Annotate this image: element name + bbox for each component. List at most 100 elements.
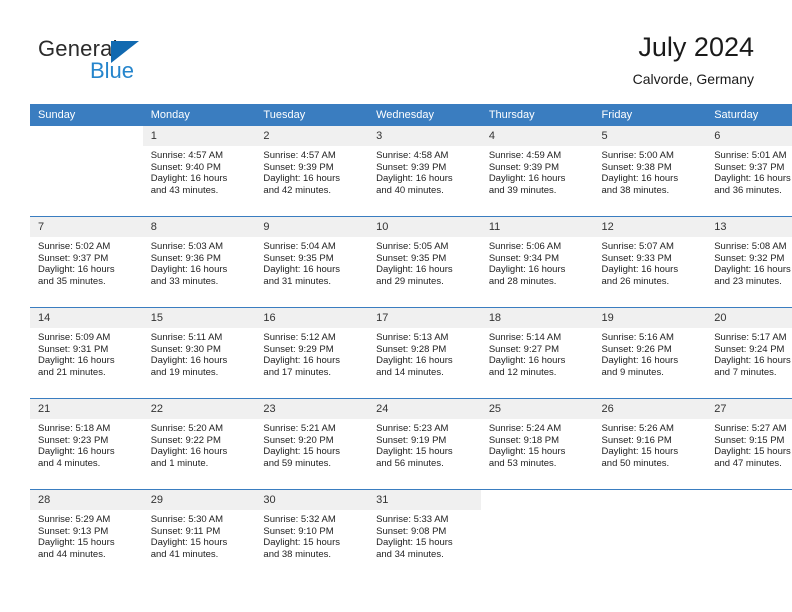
day-daylight-line2-text: and 9 minutes. <box>601 366 664 378</box>
calendar-grid: Sunday Monday Tuesday Wednesday Thursday… <box>30 104 792 580</box>
day-daylight-line1-text: Daylight: 16 hours <box>601 264 679 276</box>
calendar-day-cell[interactable]: 3 Sunrise: 4:58 AM Sunset: 9:39 PM Daylight… <box>368 126 481 217</box>
logo-text-blue: Blue <box>90 58 135 83</box>
calendar-day-cell[interactable]: 15 Sunrise: 5:11 AM Sunset: 9:30 PM Dayligh… <box>142 307 256 399</box>
day-daylight-line1-text: Daylight: 16 hours <box>38 355 115 367</box>
calendar-week-row: 21 Sunrise: 5:18 AM Sunset: 9:23 PM Dayligh… <box>30 398 792 490</box>
calendar-day-cell[interactable]: 27 Sunrise: 5:27 AM Sunset: 9:15 PM Dayligh… <box>706 398 792 490</box>
day-cell-content: 7 Sunrise: 5:02 AM Sunset: 9:37 PM Daylight… <box>30 217 143 307</box>
day-cell-content: 4 Sunrise: 4:59 AM Sunset: 9:39 PM Daylight… <box>480 126 594 216</box>
day-sunset-text: Sunset: 9:19 PM <box>376 434 447 446</box>
day-sun-info: Sunrise: 5:04 AM Sunset: 9:35 PM Daylight:… <box>255 237 368 287</box>
calendar-day-cell[interactable]: 22 Sunrise: 5:20 AM Sunset: 9:22 PM Dayligh… <box>142 398 256 490</box>
day-sun-info: Sunrise: 5:03 AM Sunset: 9:36 PM Daylight:… <box>143 237 256 287</box>
day-daylight-line2-text: and 43 minutes. <box>150 184 219 196</box>
day-daylight-line2-text: and 36 minutes. <box>714 184 782 196</box>
calendar-day-cell[interactable]: 5 Sunrise: 5:00 AM Sunset: 9:38 PM Daylight… <box>593 126 707 217</box>
day-daylight-line2-text: and 42 minutes. <box>263 184 332 196</box>
day-sunrise-text: Sunrise: 5:06 AM <box>488 241 562 252</box>
day-sunrise-text: Sunrise: 5:27 AM <box>714 423 787 434</box>
day-daylight-line1-text: Daylight: 16 hours <box>150 446 228 458</box>
day-sunset-text: Sunset: 9:39 PM <box>488 161 560 173</box>
day-sunset-text: Sunset: 9:20 PM <box>263 434 334 446</box>
day-cell-content: 22 Sunrise: 5:20 AM Sunset: 9:22 PM Dayligh… <box>142 399 256 489</box>
calendar-day-cell[interactable]: 12 Sunrise: 5:07 AM Sunset: 9:33 PM Dayligh… <box>593 216 707 308</box>
calendar-day-cell[interactable]: 24 Sunrise: 5:23 AM Sunset: 9:19 PM Dayligh… <box>368 398 481 490</box>
day-sunrise-text: Sunrise: 5:16 AM <box>601 332 674 343</box>
calendar-day-cell <box>593 489 707 580</box>
day-sun-info: Sunrise: 5:05 AM Sunset: 9:35 PM Daylight:… <box>368 237 481 287</box>
calendar-day-cell[interactable]: 7 Sunrise: 5:02 AM Sunset: 9:37 PM Daylight… <box>30 216 143 308</box>
calendar-day-cell[interactable]: 20 Sunrise: 5:17 AM Sunset: 9:24 PM Dayligh… <box>706 307 792 399</box>
day-sun-info: Sunrise: 5:01 AM Sunset: 9:37 PM Daylight:… <box>706 146 792 196</box>
calendar-day-cell[interactable]: 10 Sunrise: 5:05 AM Sunset: 9:35 PM Dayligh… <box>368 216 481 308</box>
day-sunrise-text: Sunrise: 4:57 AM <box>263 150 336 161</box>
weekday-header-monday: Monday <box>142 104 256 126</box>
day-sunrise-text: Sunrise: 5:05 AM <box>376 241 449 252</box>
day-daylight-line2-text: and 47 minutes. <box>714 457 782 469</box>
calendar-day-cell[interactable]: 30 Sunrise: 5:32 AM Sunset: 9:10 PM Dayligh… <box>255 489 369 580</box>
day-daylight-line1-text: Daylight: 16 hours <box>150 173 228 185</box>
calendar-day-cell[interactable]: 21 Sunrise: 5:18 AM Sunset: 9:23 PM Dayligh… <box>30 398 143 490</box>
day-number: 1 <box>142 126 256 146</box>
day-daylight-line2-text: and 35 minutes. <box>38 275 106 287</box>
day-sun-info: Sunrise: 5:23 AM Sunset: 9:19 PM Daylight:… <box>368 419 481 469</box>
day-daylight-line2-text: and 23 minutes. <box>714 275 782 287</box>
calendar-day-cell[interactable]: 14 Sunrise: 5:09 AM Sunset: 9:31 PM Dayligh… <box>30 307 143 399</box>
weekday-header-thursday: Thursday <box>480 104 594 126</box>
calendar-day-cell[interactable]: 4 Sunrise: 4:59 AM Sunset: 9:39 PM Daylight… <box>480 126 594 217</box>
calendar-day-cell[interactable]: 26 Sunrise: 5:26 AM Sunset: 9:16 PM Dayligh… <box>593 398 707 490</box>
calendar-day-cell[interactable]: 25 Sunrise: 5:24 AM Sunset: 9:18 PM Dayligh… <box>480 398 594 490</box>
day-sun-info: Sunrise: 5:00 AM Sunset: 9:38 PM Daylight:… <box>594 146 707 196</box>
calendar-day-cell[interactable]: 16 Sunrise: 5:12 AM Sunset: 9:29 PM Dayligh… <box>255 307 369 399</box>
day-daylight-line1-text: Daylight: 16 hours <box>488 264 566 276</box>
day-sun-info: Sunrise: 5:33 AM Sunset: 9:08 PM Daylight:… <box>368 510 481 560</box>
day-sun-info: Sunrise: 5:08 AM Sunset: 9:32 PM Daylight:… <box>706 237 792 287</box>
day-sunrise-text: Sunrise: 5:26 AM <box>601 423 674 434</box>
calendar-day-cell[interactable]: 18 Sunrise: 5:14 AM Sunset: 9:27 PM Dayligh… <box>480 307 594 399</box>
calendar-day-cell[interactable]: 1 Sunrise: 4:57 AM Sunset: 9:40 PM Daylight… <box>142 126 256 217</box>
calendar-day-cell[interactable]: 13 Sunrise: 5:08 AM Sunset: 9:32 PM Dayligh… <box>706 216 792 308</box>
day-number <box>594 490 707 510</box>
calendar-day-cell[interactable]: 31 Sunrise: 5:33 AM Sunset: 9:08 PM Dayligh… <box>368 489 481 580</box>
day-sunset-text: Sunset: 9:18 PM <box>488 434 560 446</box>
day-sunset-text: Sunset: 9:27 PM <box>488 343 560 355</box>
calendar-day-cell[interactable]: 6 Sunrise: 5:01 AM Sunset: 9:37 PM Daylight… <box>706 126 792 217</box>
calendar-day-cell[interactable]: 9 Sunrise: 5:04 AM Sunset: 9:35 PM Daylight… <box>255 216 369 308</box>
day-number: 29 <box>142 490 256 510</box>
day-number: 24 <box>368 399 481 419</box>
day-number: 23 <box>255 399 369 419</box>
page-subtitle-location: Calvorde, Germany <box>632 71 754 87</box>
day-sunrise-text: Sunrise: 5:17 AM <box>714 332 787 343</box>
day-daylight-line2-text: and 26 minutes. <box>601 275 670 287</box>
calendar-week-row: 28 Sunrise: 5:29 AM Sunset: 9:13 PM Dayligh… <box>30 489 792 580</box>
calendar-day-cell[interactable]: 17 Sunrise: 5:13 AM Sunset: 9:28 PM Dayligh… <box>368 307 481 399</box>
day-daylight-line1-text: Daylight: 15 hours <box>376 446 453 458</box>
calendar-day-cell[interactable]: 23 Sunrise: 5:21 AM Sunset: 9:20 PM Dayligh… <box>255 398 369 490</box>
calendar-day-cell[interactable]: 19 Sunrise: 5:16 AM Sunset: 9:26 PM Dayligh… <box>593 307 707 399</box>
calendar-day-cell[interactable]: 2 Sunrise: 4:57 AM Sunset: 9:39 PM Daylight… <box>255 126 369 217</box>
calendar-page: General Blue July 2024 Calvorde, Germany… <box>0 0 792 612</box>
day-sunset-text: Sunset: 9:39 PM <box>263 161 334 173</box>
day-sunrise-text: Sunrise: 5:08 AM <box>714 241 787 252</box>
calendar-day-cell[interactable]: 28 Sunrise: 5:29 AM Sunset: 9:13 PM Dayligh… <box>30 489 143 580</box>
day-sun-info: Sunrise: 5:30 AM Sunset: 9:11 PM Daylight:… <box>143 510 256 560</box>
day-sunrise-text: Sunrise: 5:09 AM <box>38 332 111 343</box>
day-daylight-line2-text: and 41 minutes. <box>150 548 219 560</box>
day-sunrise-text: Sunrise: 5:14 AM <box>488 332 562 343</box>
calendar-day-cell[interactable]: 8 Sunrise: 5:03 AM Sunset: 9:36 PM Daylight… <box>142 216 256 308</box>
day-sunrise-text: Sunrise: 5:32 AM <box>263 514 336 525</box>
day-daylight-line2-text: and 34 minutes. <box>376 548 444 560</box>
day-daylight-line1-text: Daylight: 16 hours <box>376 355 453 367</box>
general-blue-logo[interactable]: General Blue <box>38 36 218 92</box>
calendar-day-cell[interactable]: 29 Sunrise: 5:30 AM Sunset: 9:11 PM Dayligh… <box>142 489 256 580</box>
day-sunset-text: Sunset: 9:33 PM <box>601 252 672 264</box>
weekday-header-saturday: Saturday <box>706 104 792 126</box>
day-sunrise-text: Sunrise: 5:04 AM <box>263 241 336 252</box>
day-number: 19 <box>593 308 707 328</box>
day-cell-content: 8 Sunrise: 5:03 AM Sunset: 9:36 PM Daylight… <box>142 217 256 307</box>
calendar-week-row: 7 Sunrise: 5:02 AM Sunset: 9:37 PM Daylight… <box>30 216 792 308</box>
calendar-day-cell[interactable]: 11 Sunrise: 5:06 AM Sunset: 9:34 PM Dayligh… <box>480 216 594 308</box>
day-cell-content: 16 Sunrise: 5:12 AM Sunset: 9:29 PM Dayligh… <box>255 308 369 398</box>
day-daylight-line1-text: Daylight: 15 hours <box>601 446 679 458</box>
